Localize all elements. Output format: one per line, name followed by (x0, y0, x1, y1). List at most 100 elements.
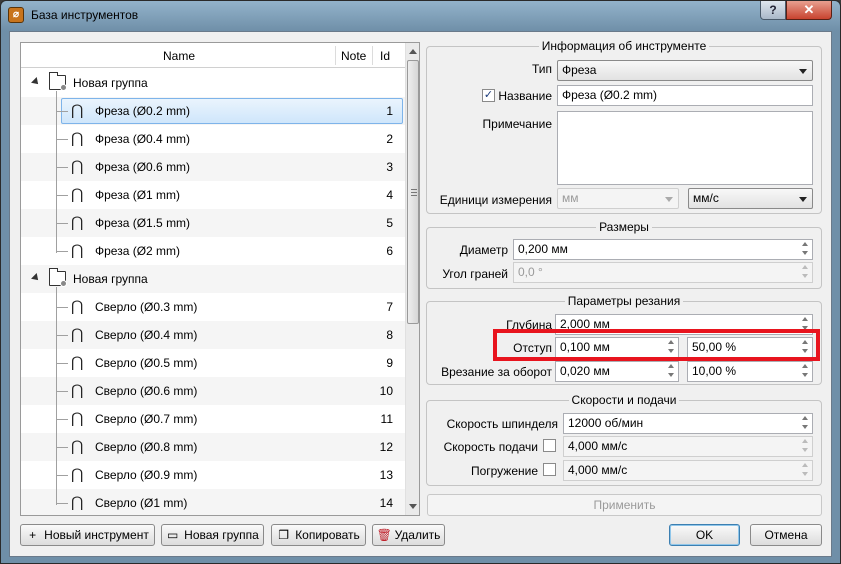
group-title: Скорости и подачи (427, 393, 821, 407)
tree-group-row[interactable]: Новая группа (21, 265, 405, 293)
feed-rate-label: Скорость подачи (443, 440, 538, 454)
help-button[interactable]: ? (760, 1, 786, 20)
plunge-spinbox[interactable]: 4,000 мм/с (563, 460, 813, 481)
column-name[interactable]: Name (163, 49, 195, 63)
tree-item-row[interactable]: ⋂ Сверло (Ø0.7 mm) 11 (21, 405, 405, 433)
plunge-percent-spinbox[interactable]: 10,00 % (687, 361, 813, 382)
collapse-arrow-icon[interactable] (31, 77, 41, 87)
tool-label: Сверло (Ø0.6 mm) (95, 384, 198, 398)
copy-button[interactable]: ❐ Копировать (271, 524, 366, 546)
highlight-box (493, 329, 820, 361)
tool-id: 10 (379, 384, 393, 398)
length-units-select[interactable]: мм (557, 188, 679, 209)
group-title: Параметры резания (427, 294, 821, 308)
scroll-down-arrow-icon[interactable] (409, 504, 417, 509)
column-separator (335, 46, 336, 65)
tree-item-row[interactable]: ⋂ Фреза (Ø2 mm) 6 (21, 237, 405, 265)
ok-button[interactable]: OK (669, 524, 740, 546)
tree-branch-line (56, 503, 68, 504)
tool-label: Сверло (Ø0.9 mm) (95, 468, 198, 482)
chevron-down-icon (665, 197, 673, 202)
note-textarea[interactable] (557, 111, 813, 185)
edge-angle-spinbox[interactable]: 0,0 ° (513, 262, 813, 283)
scroll-up-arrow-icon[interactable] (409, 49, 417, 54)
tool-id: 14 (379, 496, 393, 510)
tree-item-row[interactable]: ⋂ Фреза (Ø0.6 mm) 3 (21, 153, 405, 181)
tree-item-row[interactable]: ⋂ Сверло (Ø0.8 mm) 12 (21, 433, 405, 461)
tool-id: 8 (386, 328, 393, 342)
tool-label: Фреза (Ø1 mm) (95, 188, 181, 202)
tree-branch-line (56, 111, 68, 112)
tree-item-row[interactable]: ⋂ Сверло (Ø0.3 mm) 7 (21, 293, 405, 321)
title-bar[interactable]: ⌀ База инструментов ? ✕ (1, 1, 840, 31)
tree-group-row[interactable]: Новая группа (21, 69, 405, 97)
tree-branch-line (56, 335, 68, 336)
spin-arrows-icon[interactable] (800, 462, 811, 479)
copy-icon: ❐ (278, 528, 290, 542)
tool-bit-icon: ⋂ (71, 214, 83, 231)
column-id[interactable]: Id (380, 49, 390, 63)
folder-icon (49, 268, 67, 287)
spin-arrows-icon[interactable] (800, 241, 811, 258)
name-checkbox[interactable]: ✓ (482, 89, 495, 102)
spindle-speed-spinbox[interactable]: 12000 об/мин (563, 413, 813, 434)
spin-arrows-icon[interactable] (800, 415, 811, 432)
column-note[interactable]: Note (341, 49, 366, 63)
tree-item-row[interactable]: ⋂ Фреза (Ø0.2 mm) 1 (21, 97, 405, 125)
tool-bit-icon: ⋂ (71, 102, 83, 119)
tool-label: Сверло (Ø0.3 mm) (95, 300, 198, 314)
scroll-thumb[interactable] (407, 60, 419, 324)
tool-id: 5 (386, 216, 393, 230)
tree-scrollbar[interactable] (405, 43, 419, 515)
tree-item-row[interactable]: ⋂ Фреза (Ø1.5 mm) 5 (21, 209, 405, 237)
folder-icon (49, 72, 67, 91)
plunge-checkbox[interactable] (543, 463, 556, 476)
tree-item-row[interactable]: ⋂ Сверло (Ø0.4 mm) 8 (21, 321, 405, 349)
tree-item-row[interactable]: ⋂ Фреза (Ø0.4 mm) 2 (21, 125, 405, 153)
spin-arrows-icon[interactable] (800, 363, 811, 380)
tree-branch-line (56, 195, 68, 196)
tree-branch-line (56, 391, 68, 392)
new-tool-button[interactable]: + Новый инструмент (20, 524, 155, 546)
feed-rate-spinbox[interactable]: 4,000 мм/с (563, 436, 813, 457)
speed-units-select[interactable]: мм/с (688, 188, 813, 209)
spin-arrows-icon[interactable] (666, 363, 677, 380)
tree-item-row[interactable]: ⋂ Сверло (Ø0.5 mm) 9 (21, 349, 405, 377)
name-label: Название (498, 89, 552, 103)
tree-branch-line (56, 167, 68, 168)
tool-bit-icon: ⋂ (71, 158, 83, 175)
plunge-per-rev-spinbox[interactable]: 0,020 мм (555, 361, 679, 382)
tree-branch-line (56, 447, 68, 448)
spin-arrows-icon[interactable] (800, 264, 811, 281)
type-select[interactable]: Фреза (557, 60, 813, 81)
tool-id: 9 (386, 356, 393, 370)
tree-item-row[interactable]: ⋂ Сверло (Ø1 mm) 14 (21, 489, 405, 515)
tree-item-row[interactable]: ⋂ Сверло (Ø0.6 mm) 10 (21, 377, 405, 405)
tool-label: Сверло (Ø1 mm) (95, 496, 188, 510)
diameter-spinbox[interactable]: 0,200 мм (513, 239, 813, 260)
delete-label: Удалить (394, 528, 441, 542)
tree-item-row[interactable]: ⋂ Фреза (Ø1 mm) 4 (21, 181, 405, 209)
collapse-arrow-icon[interactable] (31, 273, 41, 283)
apply-button[interactable]: Применить (427, 494, 822, 516)
tool-bit-icon: ⋂ (71, 354, 83, 371)
trash-icon: 🗑 (376, 528, 392, 542)
tool-tree[interactable]: Name Note Id Новая группа ⋂ Фреза (Ø0.2 mm… (20, 42, 420, 516)
plunge-percent-value: 10,00 % (692, 364, 737, 378)
name-field[interactable]: Фреза (Ø0.2 mm) (557, 85, 813, 106)
tree-item-row[interactable]: ⋂ Сверло (Ø0.9 mm) 13 (21, 461, 405, 489)
tool-id: 6 (386, 244, 393, 258)
cancel-button[interactable]: Отмена (750, 524, 822, 546)
note-label: Примечание (482, 117, 552, 131)
tool-bit-icon: ⋂ (71, 410, 83, 427)
spindle-speed-label: Скорость шпинделя (446, 417, 558, 431)
tool-database-dialog: ⌀ База инструментов ? ✕ Name Note Id Нов… (0, 0, 841, 564)
spin-arrows-icon[interactable] (800, 438, 811, 455)
close-button[interactable]: ✕ (786, 1, 832, 20)
new-group-button[interactable]: ▭ Новая группа (161, 524, 264, 546)
dimensions-group: Размеры Диаметр 0,200 мм Угол граней 0,0… (426, 220, 822, 289)
delete-button[interactable]: 🗑 Удалить (372, 524, 445, 546)
feed-rate-checkbox[interactable] (543, 439, 556, 452)
plunge-label: Погружение (470, 464, 538, 478)
folder-add-icon: ▭ (166, 528, 179, 542)
